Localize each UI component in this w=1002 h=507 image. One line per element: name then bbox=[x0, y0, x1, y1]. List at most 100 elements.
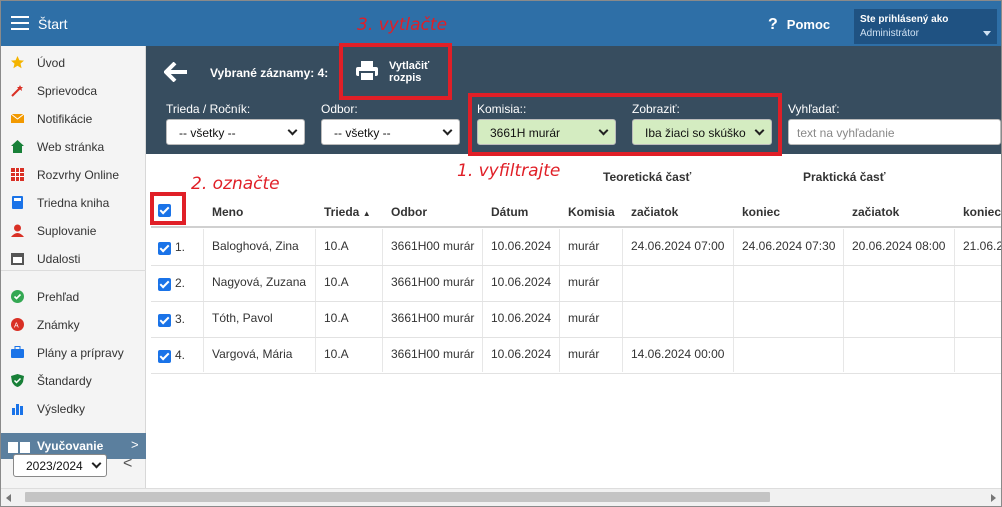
timetable-icon bbox=[11, 168, 24, 181]
cell-theory-start: 24.06.2024 07:00 bbox=[631, 239, 725, 253]
scrollbar-thumb[interactable] bbox=[25, 492, 770, 502]
row-checkbox[interactable] bbox=[158, 350, 171, 363]
cell-trieda: 10.A bbox=[324, 347, 349, 361]
sidebar-item-label: Plány a prípravy bbox=[37, 346, 124, 360]
cell-komisia: murár bbox=[568, 347, 600, 361]
cell-row-number: 3. bbox=[175, 312, 186, 326]
column-header-practice-start[interactable]: začiatok bbox=[852, 205, 899, 219]
cell-trieda: 10.A bbox=[324, 275, 349, 289]
column-header-theory-start[interactable]: začiatok bbox=[631, 205, 678, 219]
annotation-box-print bbox=[339, 43, 452, 100]
sidebar-item-4[interactable]: Rozvrhy Online bbox=[1, 161, 146, 189]
row-divider bbox=[151, 301, 1001, 302]
hamburger-menu-icon[interactable] bbox=[11, 16, 29, 30]
cell-practice-start: 20.06.2024 08:00 bbox=[852, 239, 946, 253]
cell-meno: Baloghová, Zina bbox=[212, 239, 299, 253]
calendar-icon bbox=[11, 253, 24, 265]
sidebar-item-label: Úvod bbox=[37, 56, 66, 70]
chevron-down-icon bbox=[91, 458, 102, 469]
user-caption: Ste prihlásený ako bbox=[860, 14, 949, 25]
cell-odbor: 3661H00 murár bbox=[391, 347, 475, 361]
scroll-left-icon[interactable] bbox=[6, 494, 11, 502]
action-toolbar: Vybrané záznamy: 4: Vytlačiť rozpis bbox=[146, 46, 1001, 98]
user-role: Administrátor bbox=[860, 28, 919, 39]
cell-komisia: murár bbox=[568, 239, 600, 253]
chevron-down-icon bbox=[287, 125, 298, 136]
cell-datum: 10.06.2024 bbox=[491, 311, 552, 325]
cell-trieda: 10.A bbox=[324, 239, 349, 253]
wand-icon bbox=[11, 85, 23, 97]
row-checkbox[interactable] bbox=[158, 278, 171, 291]
cell-meno: Tóth, Pavol bbox=[212, 311, 273, 325]
question-icon: ? bbox=[768, 16, 778, 33]
app-title[interactable]: Štart bbox=[38, 16, 68, 32]
sidebar-item-label: Známky bbox=[37, 318, 80, 332]
search-input[interactable]: text na vyhľadanie bbox=[788, 119, 1001, 145]
sidebar-item-7[interactable]: Udalosti bbox=[1, 245, 146, 273]
cell-datum: 10.06.2024 bbox=[491, 347, 552, 361]
sidebar-item-12[interactable]: Výsledky bbox=[1, 395, 146, 423]
chevron-right-icon: > bbox=[131, 437, 139, 452]
row-checkbox[interactable] bbox=[158, 242, 171, 255]
odbor-select[interactable]: -- všetky -- bbox=[321, 119, 460, 145]
cell-datum: 10.06.2024 bbox=[491, 275, 552, 289]
sidebar-item-label: Web stránka bbox=[37, 140, 105, 154]
sidebar-item-label: Sprievodca bbox=[37, 84, 98, 98]
shield-icon bbox=[11, 374, 24, 387]
school-year-select[interactable]: 2023/2024 bbox=[13, 454, 107, 477]
column-header-theory-end[interactable]: koniec bbox=[742, 205, 780, 219]
row-checkbox[interactable] bbox=[158, 314, 171, 327]
star-icon bbox=[11, 56, 24, 69]
column-header-datum[interactable]: Dátum bbox=[491, 205, 528, 219]
row-divider bbox=[151, 337, 1001, 338]
sidebar-divider bbox=[1, 270, 146, 271]
cell-odbor: 3661H00 murár bbox=[391, 275, 475, 289]
sidebar-item-8[interactable]: Prehľad bbox=[1, 283, 146, 311]
envelope-icon bbox=[11, 113, 24, 123]
annotation-box-filters bbox=[468, 93, 782, 156]
column-header-odbor[interactable]: Odbor bbox=[391, 205, 427, 219]
sidebar-item-5[interactable]: Triedna kniha bbox=[1, 189, 146, 217]
exam-table: Teoretická časť Praktická časť Meno Trie… bbox=[146, 154, 1001, 488]
sidebar-item-label: Suplovanie bbox=[37, 224, 97, 238]
book-icon bbox=[12, 196, 23, 209]
trieda-select[interactable]: -- všetky -- bbox=[166, 119, 305, 145]
user-menu[interactable]: Ste prihlásený ako Administrátor bbox=[854, 9, 997, 44]
collapse-sidebar-icon[interactable]: < bbox=[123, 455, 132, 473]
cell-theory-start: 14.06.2024 00:00 bbox=[631, 347, 725, 361]
cell-datum: 10.06.2024 bbox=[491, 239, 552, 253]
row-divider bbox=[151, 373, 1001, 374]
horizontal-scrollbar[interactable] bbox=[1, 488, 1001, 506]
cell-trieda: 10.A bbox=[324, 311, 349, 325]
caret-down-icon bbox=[983, 31, 991, 36]
annotation-step2: 2. označte bbox=[191, 174, 280, 194]
back-arrow-icon[interactable] bbox=[164, 62, 188, 82]
column-header-komisia[interactable]: Komisia bbox=[568, 205, 615, 219]
cell-odbor: 3661H00 murár bbox=[391, 239, 475, 253]
column-header-trieda[interactable]: Trieda ▲ bbox=[324, 205, 371, 219]
column-header-meno[interactable]: Meno bbox=[212, 205, 243, 219]
chevron-down-icon bbox=[442, 125, 453, 136]
sidebar-item-label: Prehľad bbox=[37, 290, 80, 304]
check-circle-icon bbox=[11, 290, 24, 303]
open-book-icon bbox=[8, 442, 30, 453]
column-header-practice-end[interactable]: koniec bbox=[963, 205, 1001, 219]
cell-theory-end: 24.06.2024 07:30 bbox=[742, 239, 836, 253]
sidebar: Úvod Sprievodca Notifikácie Web stránka Rozv… bbox=[1, 46, 146, 488]
sidebar-item-10[interactable]: Plány a prípravy bbox=[1, 339, 146, 367]
scroll-right-icon[interactable] bbox=[991, 494, 996, 502]
group-header-theory: Teoretická časť bbox=[603, 170, 692, 184]
sidebar-item-1[interactable]: Sprievodca bbox=[1, 77, 146, 105]
cell-meno: Vargová, Mária bbox=[212, 347, 293, 361]
sidebar-item-3[interactable]: Web stránka bbox=[1, 133, 146, 161]
grades-icon: A bbox=[11, 318, 24, 331]
cell-komisia: murár bbox=[568, 311, 600, 325]
sidebar-item-2[interactable]: Notifikácie bbox=[1, 105, 146, 133]
sidebar-item-0[interactable]: Úvod bbox=[1, 49, 146, 77]
sidebar-item-11[interactable]: Štandardy bbox=[1, 367, 146, 395]
header-divider bbox=[151, 226, 1001, 228]
sidebar-item-9[interactable]: A Známky bbox=[1, 311, 146, 339]
sidebar-item-6[interactable]: Suplovanie bbox=[1, 217, 146, 245]
help-button[interactable]: ? Pomoc bbox=[768, 16, 830, 34]
cell-practice-end: 21.06.2 bbox=[963, 239, 1001, 253]
